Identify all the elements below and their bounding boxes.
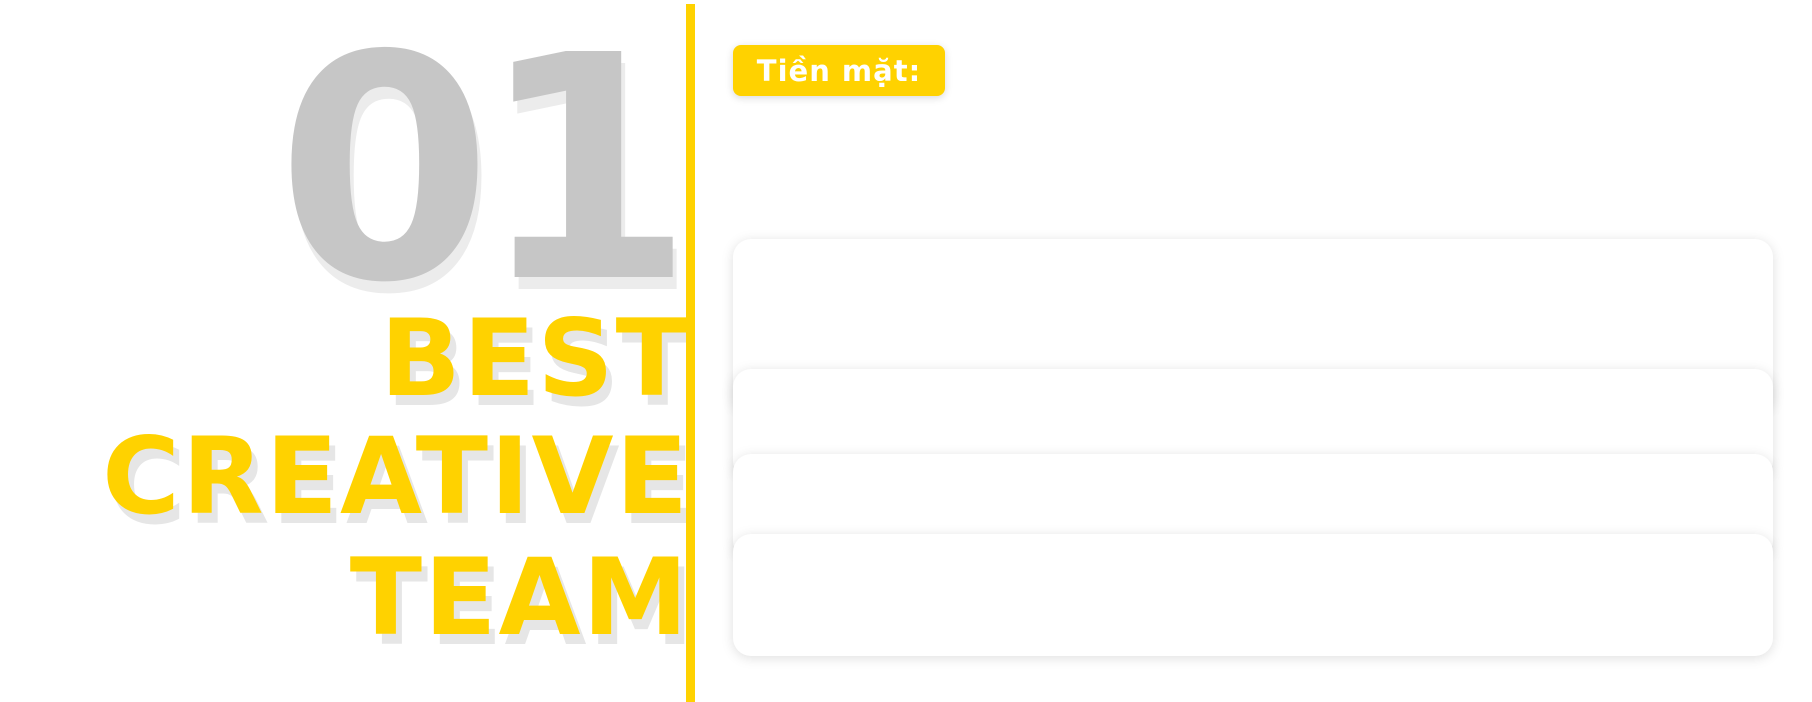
headline-line-creative: CREATIVE <box>102 415 690 538</box>
content-card-4[interactable] <box>733 534 1773 656</box>
section-number: 01 <box>276 0 690 351</box>
headline-line-best: BEST <box>380 297 690 420</box>
headline-line-team: TEAM <box>349 536 690 659</box>
cash-label-badge: Tiền mặt: <box>733 45 945 96</box>
hero-title: 01 BEST CREATIVE TEAM <box>0 0 690 697</box>
vertical-divider <box>686 4 695 702</box>
